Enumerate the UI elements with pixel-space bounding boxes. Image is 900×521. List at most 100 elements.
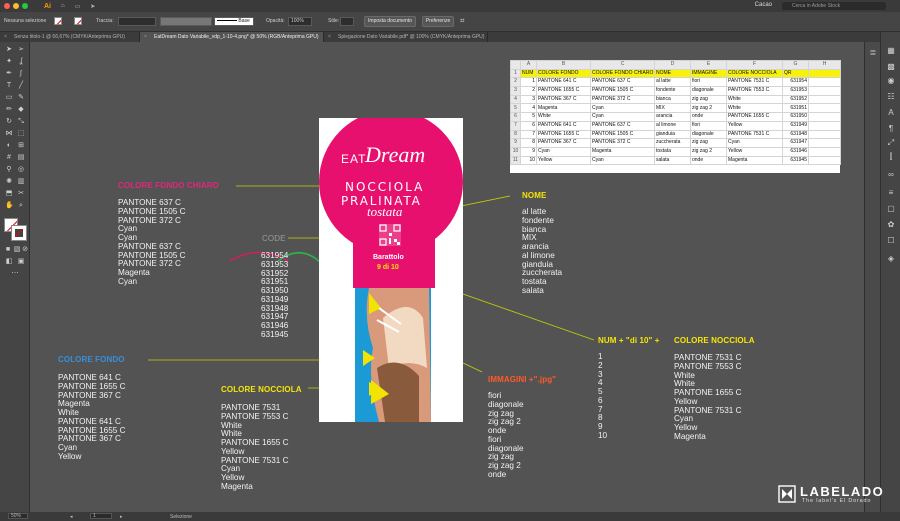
sheet-cell[interactable] bbox=[808, 146, 841, 157]
sheet-cell[interactable]: QR bbox=[782, 68, 809, 79]
links-panel-icon[interactable]: ∞ bbox=[886, 170, 896, 180]
sheet-cell[interactable] bbox=[808, 94, 841, 105]
slice-tool-icon[interactable]: ✂ bbox=[17, 190, 25, 198]
row-number[interactable]: 5 bbox=[510, 103, 521, 114]
sheet-cell[interactable]: A bbox=[520, 60, 537, 70]
shape-builder-icon[interactable]: ◐ bbox=[5, 142, 13, 150]
align-panel-icon[interactable]: ⫿ bbox=[886, 152, 896, 162]
sheet-cell[interactable]: 2 bbox=[520, 86, 537, 96]
rotate-view-icon[interactable]: ◂ bbox=[70, 514, 73, 520]
sheet-cell[interactable]: Yellow bbox=[726, 120, 783, 131]
row-number[interactable]: 4 bbox=[510, 94, 521, 105]
sheet-cell[interactable]: Yellow bbox=[536, 155, 591, 166]
sheet-cell[interactable]: PANTONE 1655 C bbox=[536, 129, 591, 140]
sheet-cell[interactable]: PANTONE 7531 C bbox=[726, 129, 783, 140]
direct-selection-tool-icon[interactable]: ➢ bbox=[17, 46, 25, 54]
row-number[interactable]: 11 bbox=[510, 155, 521, 166]
sheet-cell[interactable]: 631945 bbox=[782, 155, 809, 166]
properties-panel-icon[interactable]: ≣ bbox=[868, 48, 878, 58]
zoom-field[interactable]: 50% bbox=[8, 513, 28, 519]
row-number[interactable]: 8 bbox=[510, 129, 521, 140]
sheet-cell[interactable] bbox=[808, 155, 841, 166]
artboards-panel-icon[interactable]: ☐ bbox=[886, 236, 896, 246]
libraries-panel-icon[interactable]: ▦ bbox=[886, 46, 896, 56]
eyedropper-icon[interactable]: ⚲ bbox=[5, 166, 13, 174]
send-icon[interactable]: ➤ bbox=[90, 3, 95, 10]
layout-icon[interactable]: ▭ bbox=[75, 3, 81, 10]
sheet-cell[interactable]: COLORE FONDO bbox=[536, 68, 591, 79]
sheet-cell[interactable]: PANTONE 367 C bbox=[536, 94, 591, 105]
sheet-cell[interactable] bbox=[808, 138, 841, 148]
sheet-cell[interactable]: PANTONE 1655 C bbox=[536, 86, 591, 96]
sheet-cell[interactable]: 631954 bbox=[782, 77, 809, 88]
sheet-cell[interactable] bbox=[808, 120, 841, 131]
close-window-button[interactable] bbox=[4, 3, 10, 9]
gradient-panel-icon[interactable]: ▢ bbox=[886, 204, 896, 214]
sheet-cell[interactable]: Cyan bbox=[590, 155, 655, 166]
pencil-icon[interactable]: ✏ bbox=[5, 106, 13, 114]
tab-eatdream[interactable]: EatDream Dato Variabile_vdp_1-10-4.png* … bbox=[140, 32, 324, 42]
fill-stroke-indicator[interactable] bbox=[4, 218, 27, 241]
fill-swatch[interactable] bbox=[54, 17, 62, 25]
sheet-cell[interactable]: onde bbox=[690, 112, 727, 122]
sheet-cell[interactable]: COLORE FONDO CHIARO bbox=[590, 68, 655, 79]
sheet-cell[interactable]: 631947 bbox=[782, 138, 809, 148]
stroke-style-select[interactable]: Base bbox=[214, 17, 254, 26]
sheet-cell[interactable]: 631953 bbox=[782, 86, 809, 96]
sheet-cell[interactable]: PANTONE 641 C bbox=[536, 120, 591, 131]
sheet-cell[interactable]: 5 bbox=[520, 112, 537, 122]
stroke-weight-field[interactable] bbox=[118, 17, 156, 26]
screen-mode-icon[interactable]: ▣ bbox=[17, 258, 25, 266]
sheet-cell[interactable]: zig zag bbox=[690, 138, 727, 148]
arrange-icon[interactable]: ⌗ bbox=[460, 16, 465, 26]
gradient-tool-icon[interactable]: ▤ bbox=[17, 154, 25, 162]
type-tool-icon[interactable]: T bbox=[5, 82, 13, 90]
sheet-cell[interactable]: PANTONE 367 C bbox=[536, 138, 591, 148]
sheet-cell[interactable]: al latte bbox=[654, 77, 691, 88]
sheet-cell[interactable]: 3 bbox=[520, 94, 537, 105]
sheet-cell[interactable]: 631952 bbox=[782, 94, 809, 105]
sheet-cell[interactable]: 631949 bbox=[782, 120, 809, 131]
sheet-cell[interactable] bbox=[808, 129, 841, 140]
selection-tool-icon[interactable]: ➤ bbox=[5, 46, 13, 54]
sheet-cell[interactable]: Magenta bbox=[536, 103, 591, 114]
sheet-cell[interactable]: Cyan bbox=[590, 112, 655, 122]
document-setup-button[interactable]: Imposta documento bbox=[364, 16, 416, 27]
sheet-cell[interactable]: 9 bbox=[520, 146, 537, 157]
sheet-cell[interactable]: fiori bbox=[690, 77, 727, 88]
sheet-cell[interactable]: NOME bbox=[654, 68, 691, 79]
sheet-cell[interactable]: 1 bbox=[520, 77, 537, 88]
gradient-mode-icon[interactable]: ▧ bbox=[13, 246, 21, 254]
sheet-cell[interactable]: 8 bbox=[520, 138, 537, 148]
pen-tool-icon[interactable]: ✒ bbox=[5, 70, 13, 78]
sheet-cell[interactable]: PANTONE 641 C bbox=[536, 77, 591, 88]
sheet-cell[interactable]: PANTONE 637 C bbox=[590, 120, 655, 131]
sheet-cell[interactable]: 6 bbox=[520, 120, 537, 131]
perspective-grid-icon[interactable]: ⊞ bbox=[17, 142, 25, 150]
row-number[interactable]: 6 bbox=[510, 112, 521, 122]
line-tool-icon[interactable]: ╱ bbox=[17, 82, 25, 90]
sheet-cell[interactable]: fondente bbox=[654, 86, 691, 96]
sheet-cell[interactable]: PANTONE 637 C bbox=[590, 77, 655, 88]
zoom-tool-icon[interactable]: ⌕ bbox=[17, 202, 25, 210]
row-number[interactable]: 1 bbox=[510, 68, 521, 79]
row-number[interactable]: 7 bbox=[510, 120, 521, 131]
sheet-cell[interactable]: Cyan bbox=[590, 103, 655, 114]
sheet-cell[interactable]: PANTONE 7553 C bbox=[726, 86, 783, 96]
sheet-cell[interactable]: PANTONE 372 C bbox=[590, 138, 655, 148]
label-artwork[interactable]: EAT Dream NOCCIOLA PRALINATA tostata Bar… bbox=[319, 118, 463, 422]
sheet-cell[interactable]: zig zag 2 bbox=[690, 103, 727, 114]
more-tools-icon[interactable]: ⋯ bbox=[11, 270, 19, 278]
sheet-cell[interactable]: PANTONE 1505 C bbox=[590, 86, 655, 96]
sheet-cell[interactable]: Cyan bbox=[726, 138, 783, 148]
sheet-cell[interactable]: zig zag bbox=[690, 94, 727, 105]
sheet-cell[interactable] bbox=[808, 112, 841, 122]
opacity-field[interactable]: 100% bbox=[288, 17, 312, 26]
sheet-cell[interactable]: diagonale bbox=[690, 129, 727, 140]
sheet-cell[interactable]: White bbox=[726, 94, 783, 105]
mesh-tool-icon[interactable]: # bbox=[5, 154, 13, 162]
sheet-cell[interactable]: COLORE NOCCIOLA bbox=[726, 68, 783, 79]
sheet-cell[interactable]: H bbox=[808, 60, 841, 70]
scale-tool-icon[interactable]: ⤡ bbox=[17, 118, 25, 126]
sheet-cell[interactable]: NUM bbox=[520, 68, 537, 79]
